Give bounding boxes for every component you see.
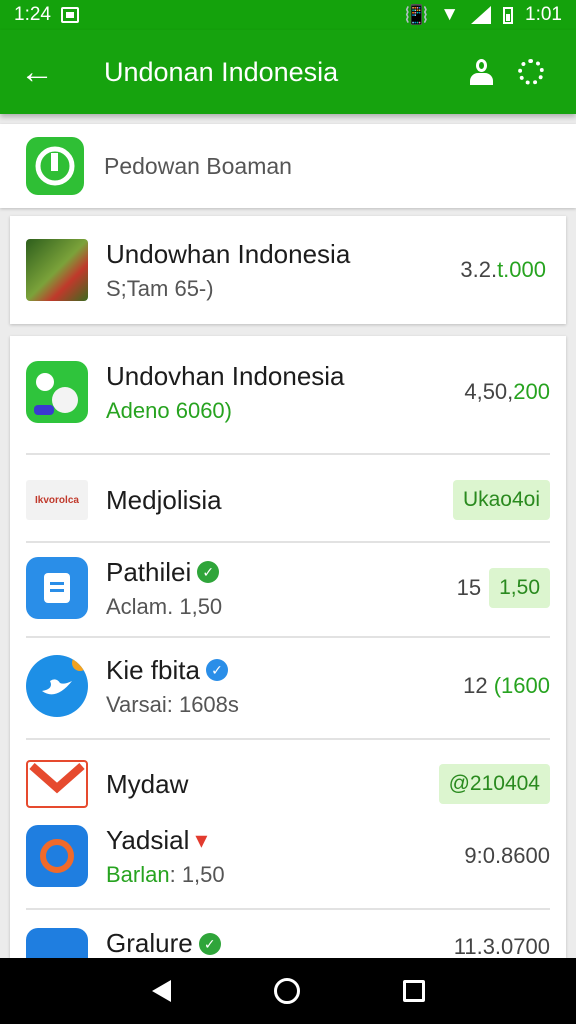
battery-icon [503,6,514,24]
bird-app-icon [26,655,88,717]
status-bar: 1:24 📳 ▼ 1:01 [0,0,576,30]
status-badge: @210404 [438,764,550,804]
page-title: Undonan Indonesia [104,56,339,87]
nav-recents-icon[interactable] [402,980,425,1002]
featured-sub: S;Tam 65-) [106,275,214,301]
wifi-icon: ▼ [440,4,460,25]
list-item[interactable]: Yadsial ▾ Barlan: 1,50 9:0.8600 [26,824,550,888]
list-item[interactable]: Undovhan Indonesia Adeno 6060) 4,50,200 [26,360,550,424]
status-time-right: 1:01 [525,4,562,25]
verified-check-icon: ✓ [197,561,220,583]
list-item[interactable]: Kie fbita ✓ Varsai: 1608s 12 (1600 [26,654,550,718]
list-item[interactable]: Pathilei ✓ Aclam. 1,50 15 1,50 [26,556,550,620]
list-item[interactable]: Mydaw @210404 [26,758,550,810]
search-card[interactable]: Pedowan Boaman [0,124,576,208]
document-app-icon [26,557,88,619]
featured-value: 3.2.t.000 [460,257,546,282]
nav-home-icon[interactable] [273,978,300,1004]
system-nav-bar [0,958,576,1024]
mail-icon [26,760,88,808]
featured-card[interactable]: Undowhan Indonesia S;Tam 65-) 3.2.t.000 [10,216,566,324]
profile-button[interactable] [456,59,506,85]
featured-name: Undowhan Indonesia [106,238,351,269]
settings-button[interactable] [506,59,556,85]
search-input[interactable]: Pedowan Boaman [104,153,550,180]
back-arrow-icon[interactable]: ← [20,55,70,89]
status-time: 1:24 [14,4,51,25]
app-logo-icon [26,137,84,195]
item-value: 11.3.0700 [453,934,550,958]
nav-back-icon[interactable] [151,980,171,1002]
cartoon-app-icon [26,361,88,423]
compass-app-icon [26,825,88,887]
status-badge: 1,50 [489,568,550,608]
brand-logo-icon: Ikvorolca [26,480,88,520]
divider [26,738,550,740]
item-value: 4,50,200 [464,379,550,404]
verified-check-icon: ✓ [198,932,221,955]
verified-check-icon: ✓ [205,659,228,681]
list-item[interactable]: Ikvorolca Medjolisia Ukao4oi [26,470,550,530]
signal-icon [471,6,492,24]
chart-app-icon [26,928,88,958]
food-thumbnail-icon [26,239,88,301]
location-pin-icon: ▾ [195,826,208,854]
divider [26,908,550,910]
person-icon [468,59,494,85]
divider [26,636,550,638]
gear-icon [518,59,544,85]
item-value: 15 1,50 [457,568,550,608]
divider [26,541,550,543]
notification-icon [60,7,79,23]
item-value: 12 (1600 [463,673,550,698]
divider [26,453,550,455]
app-bar: ← Undonan Indonesia [0,30,576,114]
item-value: 9:0.8600 [464,843,550,868]
list-item[interactable]: Gralure ✓ 11.3.0700 [26,928,550,958]
vibrate-icon: 📳 [404,5,429,26]
status-badge: Ukao4oi [452,480,550,520]
